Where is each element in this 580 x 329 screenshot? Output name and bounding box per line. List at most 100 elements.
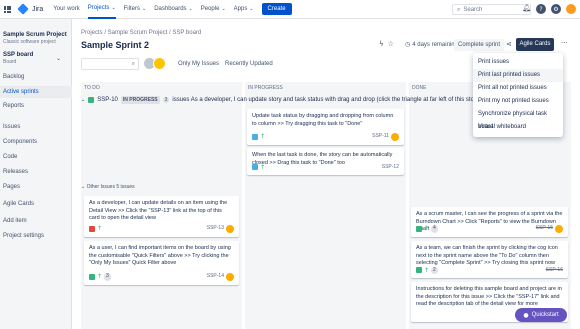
avatar — [226, 273, 234, 281]
card-footer: ↑ 3 SSP-14 — [89, 273, 234, 281]
project-type: Classic software project — [3, 39, 56, 45]
estimate-badge: 4 — [431, 225, 438, 233]
menu-item-synchronize[interactable]: Synchronize physical task board — [473, 108, 563, 130]
menu-item-virtual-whiteboard[interactable]: Virtual whiteboard — [473, 121, 563, 134]
avatar — [391, 133, 399, 141]
column-header: DONE — [412, 85, 427, 91]
avatar — [226, 225, 234, 233]
card-key[interactable]: SSP-11 — [372, 133, 389, 141]
nav-projects[interactable]: Projects ⌄ — [87, 0, 116, 19]
nav-your-work[interactable]: Your work — [53, 6, 79, 12]
nav-filters[interactable]: Filters ⌄ — [124, 6, 147, 12]
bug-icon — [89, 226, 95, 232]
card-summary: As a user, I can find important items on… — [89, 245, 231, 266]
complete-sprint-button[interactable]: Complete sprint — [454, 39, 505, 51]
card-footer: ↑ SSP-11 — [252, 133, 399, 141]
card-key[interactable]: SSP-12 — [382, 164, 399, 172]
sidebar-item-pages[interactable]: Pages — [0, 181, 72, 193]
board-name[interactable]: SSP board — [3, 52, 33, 58]
card-summary: Instructions for deleting this sample bo… — [416, 286, 562, 307]
agile-cards-button[interactable]: Agile Cards — [516, 38, 554, 51]
jira-icon — [17, 3, 29, 15]
nav-filters-label: Filters — [123, 6, 140, 12]
issue-card[interactable]: Update task status by dragging and dropp… — [247, 109, 404, 145]
notifications-icon[interactable]: 🔔︎ — [522, 4, 531, 14]
star-icon[interactable]: ☆ — [388, 40, 394, 48]
card-key[interactable]: SSP-16 — [546, 267, 563, 275]
menu-item-print-issues[interactable]: Print issues — [473, 56, 563, 69]
sidebar-item-components[interactable]: Components — [0, 136, 72, 148]
estimate-badge: 3 — [162, 97, 170, 103]
card-summary: As a team, we can finish the sprint by c… — [416, 245, 558, 266]
header-icons: ϟ ☆ — [379, 40, 394, 48]
more-icon[interactable]: ··· — [561, 39, 568, 47]
search-input[interactable]: ⌕ Search — [452, 4, 531, 15]
status-badge: IN PROGRESS — [120, 96, 160, 104]
sidebar-item-agile-cards[interactable]: Agile Cards — [0, 198, 72, 210]
settings-icon[interactable]: ⚙ — [551, 4, 561, 14]
issue-card[interactable]: As a developer, I can update details on … — [84, 196, 239, 237]
search-icon: ⌕ — [457, 5, 461, 13]
chevron-down-icon[interactable]: ⌄ — [56, 55, 61, 62]
days-remaining-label: 4 days remaining — [412, 41, 458, 48]
priority-icon: ↑ — [97, 225, 103, 233]
issue-card[interactable]: As a user, I can find important items on… — [84, 241, 239, 285]
search-icon: ⌕ — [131, 60, 135, 67]
story-icon — [89, 274, 95, 280]
app-switcher-icon[interactable] — [4, 5, 11, 13]
nav-dashboards[interactable]: Dashboards ⌄ — [154, 6, 193, 12]
share-icon[interactable]: ⋖ — [506, 40, 512, 48]
nav-apps-label: Apps — [233, 6, 248, 12]
create-button[interactable]: Create — [261, 3, 292, 15]
help-icon[interactable]: ? — [536, 4, 546, 14]
sidebar-item-add-item[interactable]: Add item — [0, 215, 72, 227]
chevron-down-icon: ⌄ — [141, 6, 147, 12]
priority-icon: ↑ — [260, 163, 266, 171]
estimate-badge: 3 — [104, 273, 111, 281]
swimlane-header[interactable]: ⌄ SSP-10 IN PROGRESS 3 issues As a devel… — [81, 96, 531, 104]
card-summary: As a developer, I can update details on … — [89, 200, 228, 221]
sidebar-item-reports[interactable]: Reports — [0, 100, 72, 112]
project-name[interactable]: Sample Scrum Project — [3, 32, 67, 38]
chevron-down-icon: ⌄ — [111, 5, 116, 11]
chevron-down-icon: ⌄ — [221, 6, 226, 12]
quickstart-button[interactable]: ● Quickstart — [515, 308, 567, 322]
rocket-icon: ● — [523, 311, 529, 319]
swimlane-key[interactable]: SSP-10 — [97, 97, 118, 103]
issue-card[interactable]: As a team, we can finish the sprint by c… — [411, 241, 568, 278]
menu-item-print-all-not-printed[interactable]: Print all not printed issues — [473, 82, 563, 95]
card-footer: ↑ 4 SSP-15 — [416, 225, 563, 233]
only-my-issues-filter[interactable]: Only My Issues — [178, 61, 219, 67]
avatar[interactable] — [153, 57, 166, 70]
chevron-down-icon[interactable]: ⌄ — [81, 97, 85, 103]
story-icon — [416, 226, 422, 232]
chevron-down-icon: ⌄ — [249, 6, 254, 12]
jira-logo[interactable]: Jira — [4, 3, 43, 15]
sidebar-item-issues[interactable]: Issues — [0, 121, 72, 133]
menu-item-print-last-printed[interactable]: Print last printed issues — [473, 69, 563, 82]
card-footer: ↑ 2 SSP-16 — [416, 266, 563, 275]
issue-card[interactable]: As a scrum master, I can see the progres… — [411, 207, 568, 237]
nav-apps[interactable]: Apps ⌄ — [234, 6, 254, 12]
card-key[interactable]: SSP-13 — [207, 225, 224, 233]
menu-item-print-my-not-printed[interactable]: Print my not printed issues — [473, 95, 563, 108]
breadcrumb[interactable]: Projects / Sample Scrum Project / SSP bo… — [81, 30, 201, 36]
chevron-down-icon[interactable]: ⌄ — [81, 184, 85, 190]
lightning-icon[interactable]: ϟ — [379, 40, 384, 48]
card-key[interactable]: SSP-15 — [536, 225, 553, 233]
sidebar-item-active-sprints[interactable]: Active sprints — [0, 86, 72, 98]
sidebar-item-backlog[interactable]: Backlog — [0, 71, 72, 83]
sidebar-item-code[interactable]: Code — [0, 151, 72, 163]
board-type: Board — [3, 59, 17, 65]
other-issues-header[interactable]: ⌄ Other Issues 5 issues — [81, 184, 135, 190]
card-key[interactable]: SSP-14 — [207, 273, 224, 281]
recently-updated-filter[interactable]: Recently Updated — [225, 61, 273, 67]
nav-people[interactable]: People ⌄ — [201, 6, 226, 12]
sidebar-item-project-settings[interactable]: Project settings — [0, 230, 72, 242]
avatar[interactable] — [566, 4, 576, 14]
issue-card[interactable]: When the last task is done, the story ca… — [247, 148, 404, 175]
priority-icon: ↑ — [97, 273, 103, 281]
board-search-input[interactable]: ⌕ — [81, 58, 139, 70]
nav-icons: 🔔︎ ? ⚙ — [522, 4, 576, 14]
sidebar-item-releases[interactable]: Releases — [0, 166, 72, 178]
